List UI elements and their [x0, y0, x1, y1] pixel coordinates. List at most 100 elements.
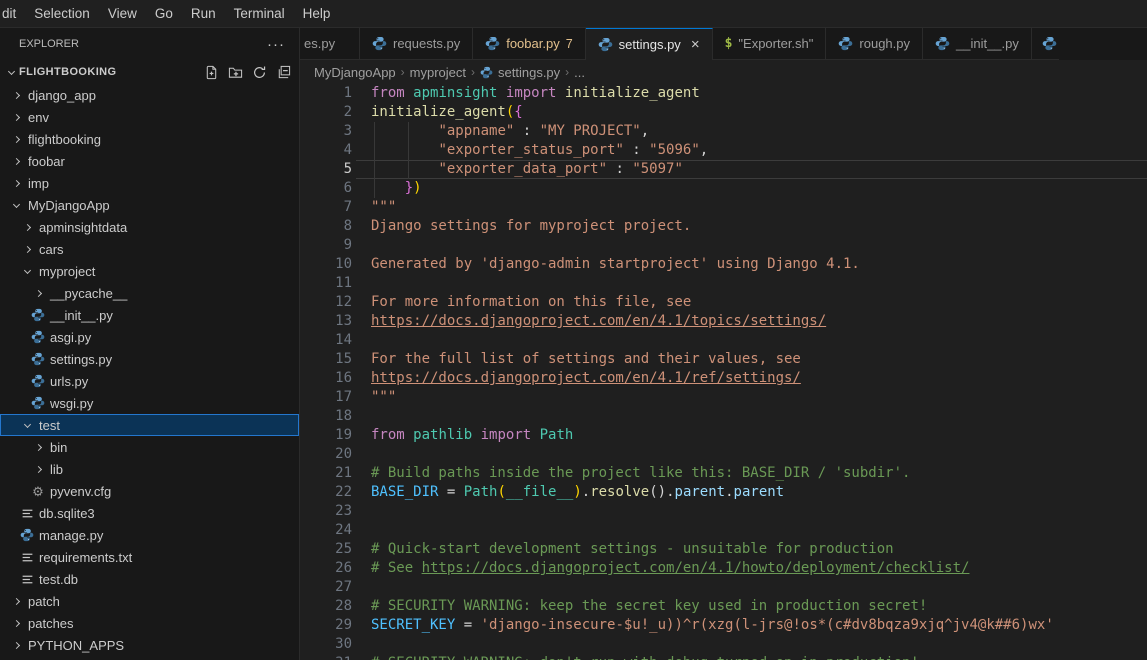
code-line-7[interactable]: 7"""	[300, 198, 1147, 217]
code-line-2[interactable]: 2initialize_agent({	[300, 103, 1147, 122]
tree-item-label: myproject	[39, 264, 95, 279]
tree-item-patch[interactable]: patch	[0, 590, 299, 612]
tree-item-pycache[interactable]: __pycache__	[0, 282, 299, 304]
code-line-text: SECRET_KEY = 'django-insecure-$u!_u))^r(…	[352, 616, 1054, 635]
chevron-right-icon	[8, 137, 24, 142]
tree-item-urls-py[interactable]: urls.py	[0, 370, 299, 392]
menu-item-terminal[interactable]: Terminal	[225, 0, 294, 27]
code-line-16[interactable]: 16https://docs.djangoproject.com/en/4.1/…	[300, 369, 1147, 388]
tree-item-lib[interactable]: lib	[0, 458, 299, 480]
tab-exporter-sh[interactable]: $"Exporter.sh"	[713, 28, 827, 60]
code-editor[interactable]: 1from apminsight import initialize_agent…	[300, 84, 1147, 660]
code-line-3[interactable]: 3 "appname" : "MY PROJECT",	[300, 122, 1147, 141]
breadcrumb-item-settings-py[interactable]: settings.py	[480, 65, 560, 80]
code-line-31[interactable]: 31# SECURITY WARNING: don't run with deb…	[300, 654, 1147, 660]
tree-item-requirements-txt[interactable]: requirements.txt	[0, 546, 299, 568]
breadcrumb-item-mydjangoapp[interactable]: MyDjangoApp	[314, 65, 396, 80]
collapse-all-icon[interactable]	[276, 65, 291, 80]
code-line-18[interactable]: 18	[300, 407, 1147, 426]
tab-es-py[interactable]: es.py	[300, 28, 360, 60]
tree-item-myproject[interactable]: myproject	[0, 260, 299, 282]
breadcrumb-item-myproject[interactable]: myproject	[410, 65, 466, 80]
code-line-21[interactable]: 21# Build paths inside the project like …	[300, 464, 1147, 483]
tree-item-env[interactable]: env	[0, 106, 299, 128]
line-number: 27	[300, 578, 352, 597]
tab-settings-py[interactable]: settings.py×	[586, 28, 713, 60]
breadcrumb-label: myproject	[410, 65, 466, 80]
explorer-more-actions-icon[interactable]: ···	[267, 36, 285, 53]
code-line-13[interactable]: 13https://docs.djangoproject.com/en/4.1/…	[300, 312, 1147, 331]
close-icon[interactable]: ×	[691, 37, 700, 52]
menu-item-run[interactable]: Run	[182, 0, 225, 27]
tree-item-init-py[interactable]: __init__.py	[0, 304, 299, 326]
breadcrumb-item-item[interactable]: ...	[574, 65, 585, 80]
menu-item-dit[interactable]: dit	[0, 0, 25, 27]
code-line-20[interactable]: 20	[300, 445, 1147, 464]
tree-item-manage-py[interactable]: manage.py	[0, 524, 299, 546]
tree-item-label: wsgi.py	[50, 396, 93, 411]
code-line-27[interactable]: 27	[300, 578, 1147, 597]
menu-item-go[interactable]: Go	[146, 0, 182, 27]
line-number: 28	[300, 597, 352, 616]
tree-item-patches[interactable]: patches	[0, 612, 299, 634]
line-number: 8	[300, 217, 352, 236]
vscode-window: ditSelectionViewGoRunTerminalHelp EXPLOR…	[0, 0, 1147, 660]
refresh-icon[interactable]	[252, 65, 267, 80]
tab-rough-py[interactable]: rough.py	[826, 28, 923, 60]
menu-item-view[interactable]: View	[99, 0, 146, 27]
tree-item-bin[interactable]: bin	[0, 436, 299, 458]
code-line-6[interactable]: 6 })	[300, 179, 1147, 198]
code-line-26[interactable]: 26# See https://docs.djangoproject.com/e…	[300, 559, 1147, 578]
chevron-right-icon	[30, 467, 46, 472]
code-line-25[interactable]: 25# Quick-start development settings - u…	[300, 540, 1147, 559]
tree-item-foobar[interactable]: foobar	[0, 150, 299, 172]
tree-item-db-sqlite3[interactable]: db.sqlite3	[0, 502, 299, 524]
tab-foobar-py[interactable]: foobar.py7	[473, 28, 585, 60]
code-line-17[interactable]: 17"""	[300, 388, 1147, 407]
code-line-30[interactable]: 30	[300, 635, 1147, 654]
code-line-8[interactable]: 8Django settings for myproject project.	[300, 217, 1147, 236]
new-folder-icon[interactable]	[228, 65, 243, 80]
tree-item-python-apps[interactable]: PYTHON_APPS	[0, 634, 299, 656]
new-file-icon[interactable]	[204, 65, 219, 80]
menu-item-help[interactable]: Help	[294, 0, 340, 27]
code-line-12[interactable]: 12For more information on this file, see	[300, 293, 1147, 312]
code-line-15[interactable]: 15For the full list of settings and thei…	[300, 350, 1147, 369]
code-line-1[interactable]: 1from apminsight import initialize_agent	[300, 84, 1147, 103]
line-number: 19	[300, 426, 352, 445]
tree-item-mydjangoapp[interactable]: MyDjangoApp	[0, 194, 299, 216]
explorer-header: EXPLORER ···	[0, 28, 299, 60]
explorer-section-header[interactable]: FLIGHTBOOKING	[0, 60, 299, 84]
code-line-19[interactable]: 19from pathlib import Path	[300, 426, 1147, 445]
tree-item-wsgi-py[interactable]: wsgi.py	[0, 392, 299, 414]
menu-item-selection[interactable]: Selection	[25, 0, 99, 27]
code-line-11[interactable]: 11	[300, 274, 1147, 293]
code-line-text: initialize_agent({	[352, 103, 523, 122]
code-line-14[interactable]: 14	[300, 331, 1147, 350]
code-line-10[interactable]: 10Generated by 'django-admin startprojec…	[300, 255, 1147, 274]
code-line-4[interactable]: 4 "exporter_status_port" : "5096",	[300, 141, 1147, 160]
tab-init-py[interactable]: __init__.py	[923, 28, 1032, 60]
tree-item-asgi-py[interactable]: asgi.py	[0, 326, 299, 348]
code-line-23[interactable]: 23	[300, 502, 1147, 521]
tree-item-cars[interactable]: cars	[0, 238, 299, 260]
code-line-9[interactable]: 9	[300, 236, 1147, 255]
tab-blank[interactable]	[1032, 28, 1059, 60]
tree-item-django-app[interactable]: django_app	[0, 84, 299, 106]
tree-item-settings-py[interactable]: settings.py	[0, 348, 299, 370]
code-line-24[interactable]: 24	[300, 521, 1147, 540]
code-line-22[interactable]: 22BASE_DIR = Path(__file__).resolve().pa…	[300, 483, 1147, 502]
code-line-5[interactable]: 5 "exporter_data_port" : "5097"	[300, 160, 1147, 179]
tree-item-pyvenv-cfg[interactable]: ⚙pyvenv.cfg	[0, 480, 299, 502]
tree-item-apminsightdata[interactable]: apminsightdata	[0, 216, 299, 238]
tree-item-imp[interactable]: imp	[0, 172, 299, 194]
tree-item-test[interactable]: test	[0, 414, 299, 436]
code-line-28[interactable]: 28# SECURITY WARNING: keep the secret ke…	[300, 597, 1147, 616]
tree-item-test-db[interactable]: test.db	[0, 568, 299, 590]
python-icon	[838, 36, 853, 51]
tab-requests-py[interactable]: requests.py	[360, 28, 473, 60]
code-line-29[interactable]: 29SECRET_KEY = 'django-insecure-$u!_u))^…	[300, 616, 1147, 635]
tab-label: foobar.py	[506, 36, 560, 51]
line-number: 26	[300, 559, 352, 578]
tree-item-flightbooking[interactable]: flightbooking	[0, 128, 299, 150]
